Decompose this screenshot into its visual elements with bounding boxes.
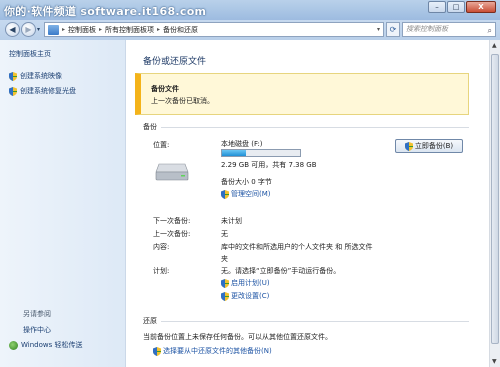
last-backup-label: 上一次备份: <box>153 230 191 238</box>
contents-value-line1: 库中的文件和所选用户的个人文件夹 和 所选文件 <box>221 243 373 251</box>
close-button[interactable]: X <box>466 1 496 13</box>
backup-size: 备份大小 0 字节 <box>221 178 272 186</box>
window-controls: – □ X <box>428 1 496 13</box>
navigation-bar: ◀ ▶ ▾ ▸ 控制面板 ▸ 所有控制面板项 ▸ 备份和还原 ▾ ⟳ 搜索控制面… <box>0 20 500 40</box>
forward-button[interactable]: ▶ <box>21 22 36 37</box>
refresh-button[interactable]: ⟳ <box>386 22 400 37</box>
section-divider <box>161 321 469 322</box>
uac-shield-icon <box>221 291 229 301</box>
restore-other-backup-label: 选择要从中还原文件的其他备份(N) <box>163 347 272 355</box>
schedule-label: 计划: <box>153 267 170 275</box>
backup-now-label: 立即备份(B) <box>414 142 454 150</box>
breadcrumb-all-items[interactable]: 所有控制面板项 <box>105 25 154 35</box>
sidebar-item-label: Windows 轻松传送 <box>21 341 83 349</box>
sidebar: 控制面板主页 创建系统映像 创建系统修复光盘 另请参阅 操作中心 Windows… <box>0 40 126 367</box>
enable-schedule-label: 启用计划(U) <box>231 279 270 287</box>
drive-name: 本地磁盘 (F:) <box>221 140 263 148</box>
sidebar-item-action-center[interactable]: 操作中心 <box>23 325 51 335</box>
easy-transfer-icon <box>9 340 18 350</box>
breadcrumb-separator[interactable]: ▸ <box>99 26 102 33</box>
uac-shield-icon <box>404 141 413 151</box>
breadcrumb-separator[interactable]: ▸ <box>157 26 160 33</box>
enable-schedule-link[interactable]: 启用计划(U) <box>221 278 270 288</box>
location-label: 位置: <box>153 141 170 149</box>
control-panel-icon <box>48 24 59 35</box>
section-divider <box>161 127 469 128</box>
title-bar: 你的·软件频道 software.it168.com – □ X <box>0 0 500 20</box>
next-backup-label: 下一次备份: <box>153 217 191 225</box>
next-backup-value: 未计划 <box>221 217 242 225</box>
address-dropdown-icon[interactable]: ▾ <box>377 26 380 33</box>
notice-message: 上一次备份已取消。 <box>151 97 214 105</box>
sidebar-item-create-image[interactable]: 创建系统映像 <box>9 71 62 81</box>
sidebar-item-windows-easy-transfer[interactable]: Windows 轻松传送 <box>9 340 82 350</box>
notice-title: 备份文件 <box>151 85 179 93</box>
watermark: 你的·软件频道 software.it168.com <box>4 5 207 18</box>
contents-label: 内容: <box>153 243 170 251</box>
sidebar-item-label: 创建系统修复光盘 <box>20 87 76 95</box>
page-title: 备份或还原文件 <box>143 57 207 67</box>
backup-now-button[interactable]: 立即备份(B) <box>395 139 463 153</box>
manage-space-label: 管理空间(M) <box>231 190 271 198</box>
minimize-button[interactable]: – <box>428 1 446 13</box>
schedule-value: 无。请选择“立即备份”手动运行备份。 <box>221 267 341 275</box>
change-settings-label: 更改设置(C) <box>231 292 270 300</box>
contents-value-line2: 夹 <box>221 255 228 263</box>
search-icon[interactable]: ⌕ <box>488 24 492 37</box>
breadcrumb-control-panel[interactable]: 控制面板 <box>68 25 96 35</box>
uac-shield-icon <box>221 189 229 199</box>
breadcrumb-separator[interactable]: ▸ <box>62 26 65 33</box>
sidebar-item-label: 创建系统映像 <box>20 72 62 80</box>
restore-section-heading: 还原 <box>143 317 157 325</box>
uac-shield-icon <box>221 278 229 288</box>
scroll-down-icon[interactable]: ▼ <box>492 358 497 365</box>
recent-pages-dropdown[interactable]: ▾ <box>37 26 40 33</box>
restore-text: 当前备份位置上未保存任何备份。可以从其他位置还原文件。 <box>143 333 332 341</box>
main-content: 备份或还原文件 备份文件 上一次备份已取消。 备份 位置: 本地磁盘 (F:) … <box>127 40 489 367</box>
maximize-button[interactable]: □ <box>447 1 465 13</box>
back-button[interactable]: ◀ <box>5 22 20 37</box>
sidebar-item-create-repair-disc[interactable]: 创建系统修复光盘 <box>9 86 76 96</box>
drive-usage-bar <box>221 149 301 157</box>
drive-usage-fill <box>222 150 247 156</box>
search-input[interactable]: 搜索控制面板 ⌕ <box>402 22 496 37</box>
uac-shield-icon <box>9 71 17 81</box>
scrollbar-thumb[interactable] <box>491 54 499 344</box>
hard-drive-icon <box>155 163 189 181</box>
search-placeholder: 搜索控制面板 <box>406 25 448 33</box>
scroll-up-icon[interactable]: ▲ <box>492 42 497 49</box>
uac-shield-icon <box>9 86 17 96</box>
drive-space: 2.29 GB 可用，共有 7.38 GB <box>221 161 317 169</box>
backup-section-heading: 备份 <box>143 123 157 131</box>
uac-shield-icon <box>153 346 161 356</box>
change-settings-link[interactable]: 更改设置(C) <box>221 291 269 301</box>
sidebar-home-link[interactable]: 控制面板主页 <box>9 49 51 59</box>
status-notice: 备份文件 上一次备份已取消。 <box>135 73 469 115</box>
last-backup-value: 无 <box>221 230 228 238</box>
vertical-scrollbar[interactable]: ▲ ▼ <box>489 40 500 367</box>
address-bar[interactable]: ▸ 控制面板 ▸ 所有控制面板项 ▸ 备份和还原 ▾ <box>44 22 384 37</box>
breadcrumb-backup-restore[interactable]: 备份和还原 <box>163 25 198 35</box>
see-also-heading: 另请参阅 <box>23 310 51 318</box>
manage-space-link[interactable]: 管理空间(M) <box>221 189 271 199</box>
restore-other-backup-link[interactable]: 选择要从中还原文件的其他备份(N) <box>153 346 272 356</box>
